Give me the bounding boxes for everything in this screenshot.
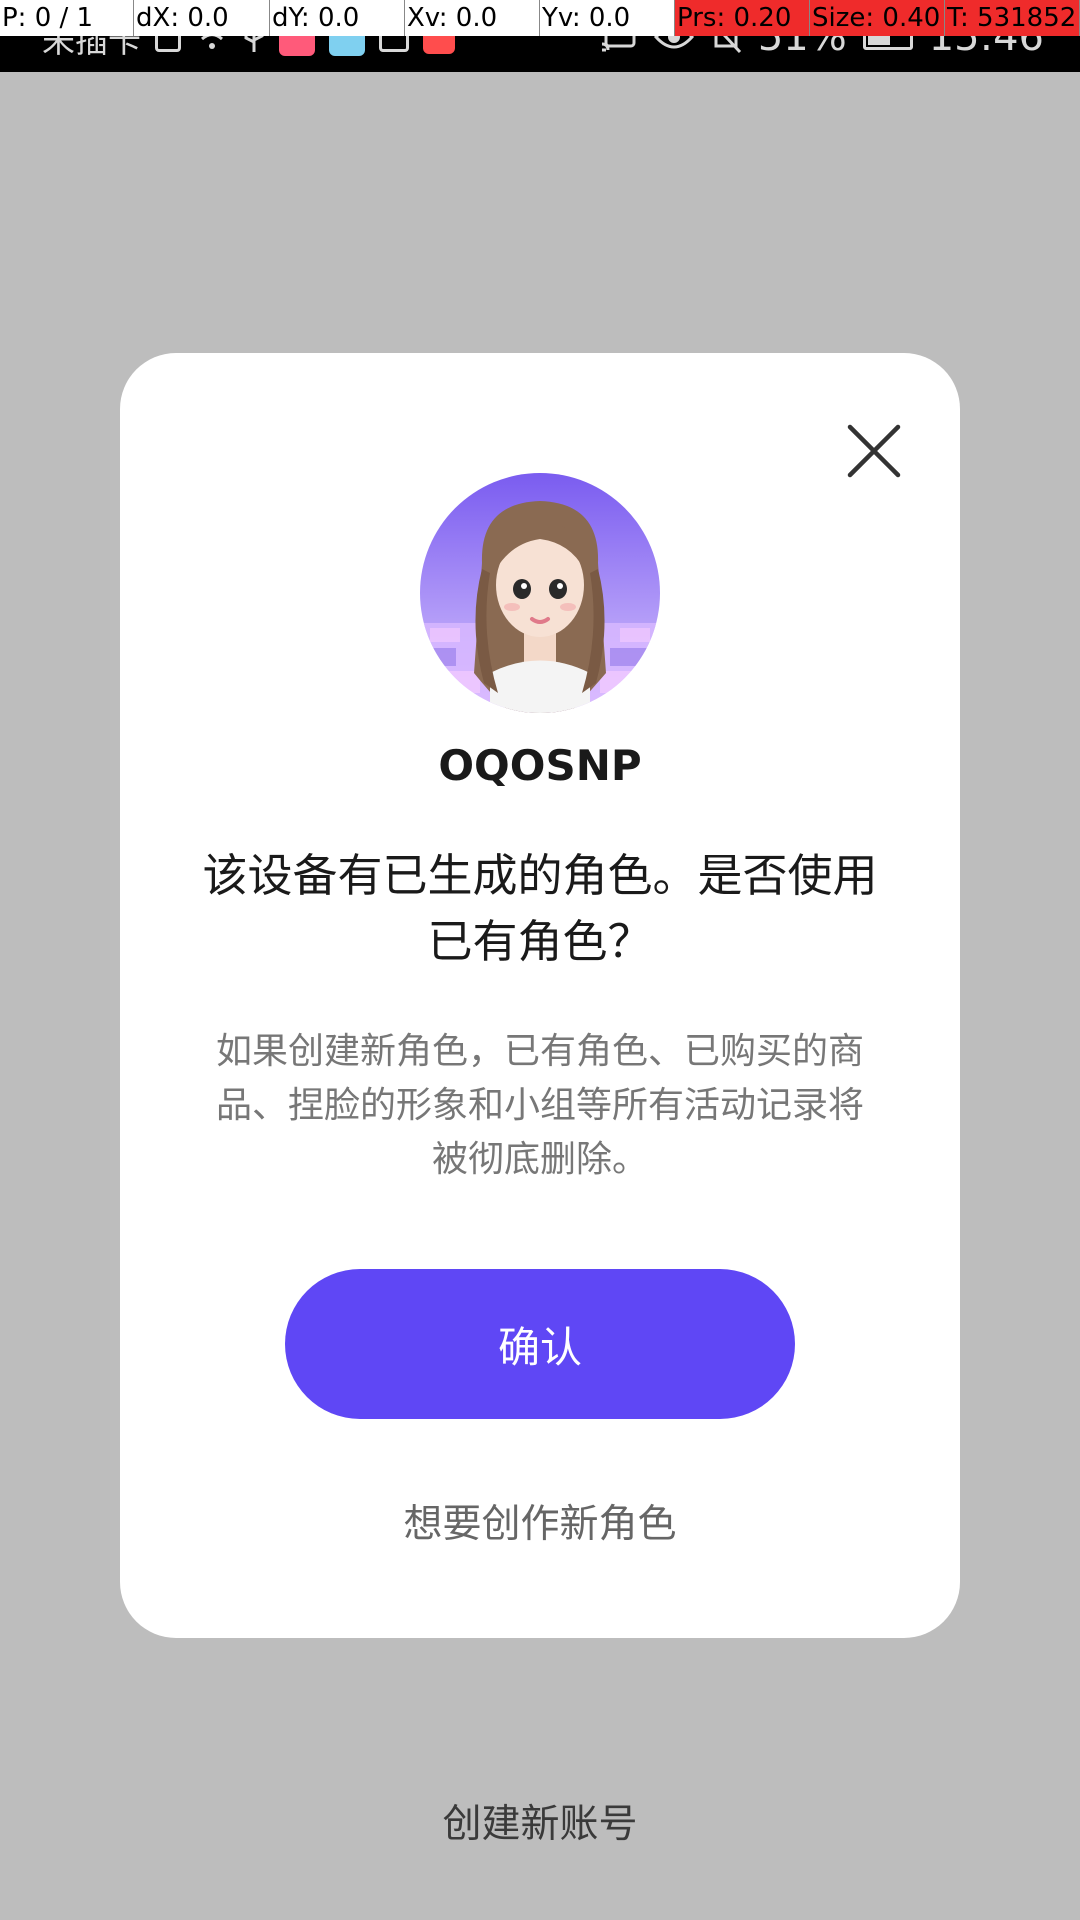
confirm-button[interactable]: 确认 xyxy=(285,1269,795,1419)
overlay-yv: Yv: 0.0 xyxy=(540,0,675,36)
overlay-size: Size: 0.40 xyxy=(810,0,945,36)
dialog-title: 该设备有已生成的角色。是否使用已有角色？ xyxy=(202,849,878,968)
pointer-debug-overlay: P: 0 / 1 dX: 0.0 dY: 0.0 Xv: 0.0 Yv: 0.0… xyxy=(0,0,1080,36)
create-account-link[interactable]: 创建新账号 xyxy=(0,1793,1080,1849)
create-new-role-link[interactable]: 想要创作新角色 xyxy=(120,1493,960,1549)
overlay-dx: dX: 0.0 xyxy=(134,0,270,36)
overlay-pointer-count: P: 0 / 1 xyxy=(0,0,134,36)
dialog-description: 如果创建新角色，已有角色、已购买的商品、捏脸的形象和小组等所有活动记录将被彻底删… xyxy=(215,1031,864,1180)
avatar-image xyxy=(420,473,660,713)
overlay-time: T: 531852 xyxy=(945,0,1080,36)
overlay-dy: dY: 0.0 xyxy=(270,0,405,36)
close-icon xyxy=(847,424,901,478)
character-avatar xyxy=(420,473,660,713)
overlay-pressure: Prs: 0.20 xyxy=(675,0,810,36)
close-button[interactable] xyxy=(846,423,902,479)
character-username: OQOSNP xyxy=(438,741,642,790)
existing-character-dialog: OQOSNP 该设备有已生成的角色。是否使用已有角色？ 如果创建新角色，已有角色… xyxy=(120,353,960,1638)
overlay-xv: Xv: 0.0 xyxy=(405,0,540,36)
